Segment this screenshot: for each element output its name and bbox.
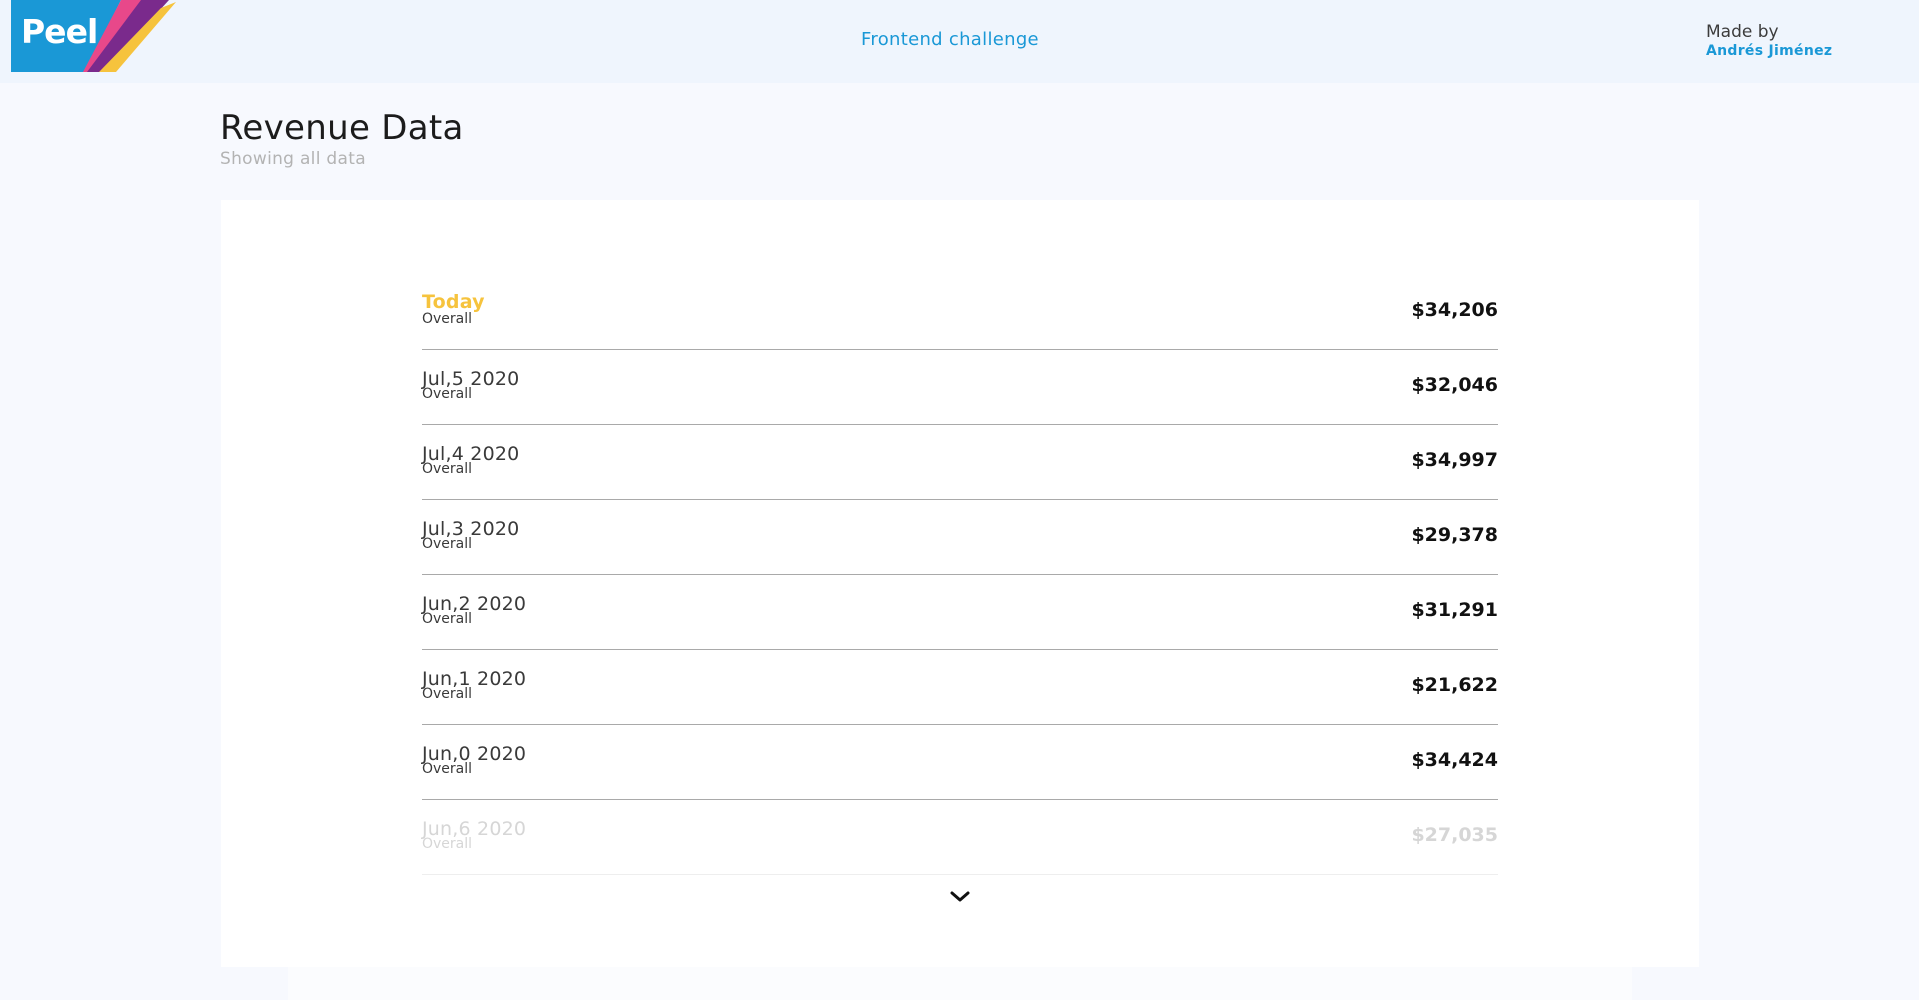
row-scope: Overall (422, 686, 473, 702)
row-revenue: $32,046 (1411, 374, 1498, 396)
revenue-row[interactable]: Jul,3 2020 Overall $29,378 (422, 500, 1498, 575)
made-by: Made by Andrés Jiménez (1706, 22, 1832, 59)
row-scope: Overall (422, 536, 473, 552)
revenue-row[interactable]: Jun,1 2020 Overall $21,622 (422, 650, 1498, 725)
row-scope: Overall (422, 461, 473, 477)
card-shadow-edge (288, 967, 1632, 1000)
author-link[interactable]: Andrés Jiménez (1706, 44, 1832, 58)
revenue-list: Today Overall $34,206 Jul,5 2020 Overall… (422, 275, 1498, 875)
top-bar: Peel Frontend challenge Made by Andrés J… (0, 0, 1919, 83)
frontend-challenge-link[interactable]: Frontend challenge (0, 29, 1900, 50)
page-subtitle: Showing all data (220, 149, 366, 169)
revenue-row-today[interactable]: Today Overall $34,206 (422, 275, 1498, 350)
revenue-row[interactable]: Jul,5 2020 Overall $32,046 (422, 350, 1498, 425)
made-by-label: Made by (1706, 22, 1779, 42)
revenue-row-faded[interactable]: Jun,6 2020 Overall $27,035 (422, 800, 1498, 875)
row-revenue: $34,997 (1411, 449, 1498, 471)
revenue-card: Today Overall $34,206 Jul,5 2020 Overall… (221, 200, 1699, 967)
row-scope: Overall (422, 311, 473, 327)
row-revenue: $34,424 (1411, 749, 1498, 771)
revenue-row[interactable]: Jun,2 2020 Overall $31,291 (422, 575, 1498, 650)
row-scope: Overall (422, 611, 473, 627)
row-date: Today (422, 291, 485, 313)
row-revenue: $21,622 (1411, 674, 1498, 696)
row-scope: Overall (422, 836, 473, 852)
revenue-row[interactable]: Jun,0 2020 Overall $34,424 (422, 725, 1498, 800)
row-revenue: $31,291 (1411, 599, 1498, 621)
row-revenue: $34,206 (1411, 299, 1498, 321)
chevron-down-icon[interactable] (948, 885, 972, 909)
row-scope: Overall (422, 386, 473, 402)
page-title: Revenue Data (220, 108, 464, 148)
row-revenue: $27,035 (1411, 824, 1498, 846)
row-scope: Overall (422, 761, 473, 777)
revenue-row[interactable]: Jul,4 2020 Overall $34,997 (422, 425, 1498, 500)
row-revenue: $29,378 (1411, 524, 1498, 546)
